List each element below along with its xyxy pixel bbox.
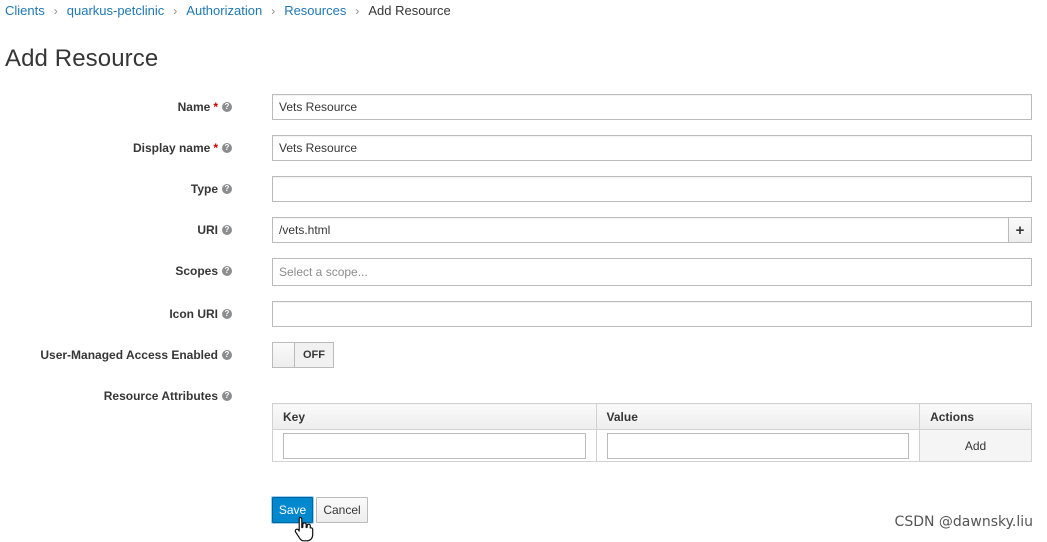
plus-icon: + [1015, 221, 1025, 239]
column-actions: Actions [919, 403, 1032, 430]
add-attribute-button[interactable]: Add [919, 429, 1032, 462]
breadcrumb-clients[interactable]: Clients [5, 3, 45, 18]
breadcrumb-authorization[interactable]: Authorization [186, 3, 262, 18]
display-name-input[interactable] [272, 135, 1032, 161]
page-title: Add Resource [5, 45, 159, 72]
breadcrumb-current: Add Resource [368, 3, 451, 18]
attributes-label: Resource Attributes ? [104, 383, 232, 409]
uri-group: + [272, 217, 1032, 243]
help-icon[interactable]: ? [222, 309, 232, 319]
help-icon[interactable]: ? [222, 143, 232, 153]
name-input[interactable] [272, 94, 1032, 120]
type-label: Type ? [191, 176, 232, 202]
uri-label: URI ? [197, 217, 232, 243]
uri-row: URI ? + [0, 217, 1047, 243]
icon-uri-label: Icon URI ? [169, 301, 232, 327]
uri-input[interactable] [272, 217, 1009, 243]
attribute-value-input[interactable] [606, 432, 910, 459]
key-cell [272, 429, 597, 462]
type-row: Type ? [0, 176, 1047, 202]
scopes-label: Scopes ? [175, 258, 232, 284]
help-icon[interactable]: ? [222, 184, 232, 194]
add-uri-button[interactable]: + [1008, 217, 1032, 243]
help-icon[interactable]: ? [222, 350, 232, 360]
hand-cursor-icon [294, 516, 314, 542]
watermark: CSDN @dawnsky.liu [894, 514, 1033, 530]
scopes-row: Scopes ? Select a scope... [0, 258, 1047, 286]
breadcrumb-separator: › [355, 3, 360, 18]
table-header-row: Key Value Actions [272, 403, 1032, 430]
cancel-button[interactable]: Cancel [316, 497, 368, 523]
breadcrumb-separator: › [173, 3, 178, 18]
help-icon[interactable]: ? [222, 225, 232, 235]
breadcrumb-separator: › [53, 3, 58, 18]
toggle-state: OFF [295, 343, 333, 367]
required-mark: * [213, 100, 218, 114]
uma-label: User-Managed Access Enabled ? [40, 342, 232, 368]
column-value: Value [595, 403, 921, 430]
column-key: Key [272, 403, 597, 430]
icon-uri-input[interactable] [272, 301, 1032, 327]
scopes-placeholder: Select a scope... [279, 265, 368, 279]
help-icon[interactable]: ? [222, 102, 232, 112]
scopes-select[interactable]: Select a scope... [272, 258, 1032, 286]
breadcrumb-client[interactable]: quarkus-petclinic [67, 3, 165, 18]
breadcrumb-resources[interactable]: Resources [284, 3, 346, 18]
breadcrumb: Clients › quarkus-petclinic › Authorizat… [5, 3, 451, 18]
display-name-row: Display name * ? [0, 135, 1047, 161]
uma-toggle[interactable]: OFF [272, 342, 334, 368]
attribute-key-input[interactable] [283, 432, 586, 459]
breadcrumb-separator: › [271, 3, 276, 18]
help-icon[interactable]: ? [222, 391, 232, 401]
toggle-knob [273, 343, 295, 367]
table-row: Add [272, 429, 1032, 462]
type-input[interactable] [272, 176, 1032, 202]
name-row: Name * ? [0, 94, 1047, 120]
attributes-table: Key Value Actions Add [272, 403, 1032, 462]
name-label: Name * ? [178, 94, 232, 120]
required-mark: * [213, 141, 218, 155]
value-cell [595, 429, 921, 462]
help-icon[interactable]: ? [222, 266, 232, 276]
icon-uri-row: Icon URI ? [0, 301, 1047, 327]
display-name-label: Display name * ? [133, 135, 232, 161]
uma-row: User-Managed Access Enabled ? OFF [0, 342, 1047, 368]
